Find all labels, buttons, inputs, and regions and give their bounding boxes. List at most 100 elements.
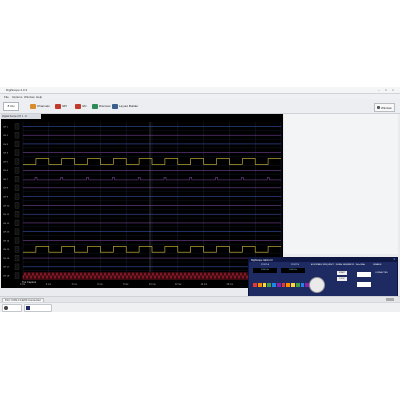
close-icon[interactable]: × — [392, 88, 394, 92]
channel-level-marker — [14, 272, 20, 279]
taskbar-item-app[interactable] — [2, 304, 22, 312]
i2c-button[interactable]: I2C — [75, 103, 87, 109]
time-label: 16 ms — [226, 283, 233, 286]
start-button[interactable]: START — [337, 271, 347, 275]
generator-taskbar-icon — [26, 306, 30, 310]
channel-label: CH 10 — [3, 205, 10, 207]
discover-icon — [92, 103, 98, 109]
channel-label: CH 5 — [3, 161, 9, 163]
channel-level-marker — [14, 140, 20, 147]
options-button[interactable] — [357, 282, 371, 287]
maximize-icon[interactable]: □ — [385, 88, 387, 92]
stop-button[interactable]: STOP — [337, 277, 347, 281]
channel-label: CH 9 — [3, 196, 9, 198]
scope-tab-label: Digital Scope CH 1 - 8 — [2, 114, 27, 118]
connected-label: CONNECTED — [375, 272, 388, 274]
channel-level-marker — [14, 132, 20, 139]
time-label: 10 ms — [149, 283, 156, 286]
layout-builder-icon — [112, 103, 118, 109]
window-title: DigiScope 2.0.3 — [6, 88, 28, 92]
scope-display[interactable]: 0 ms 2 ms 4 ms 6 ms 8 ms 10 ms 12 ms 14 ms 16 ms… — [1, 114, 283, 288]
port-b-label: PORT B — [291, 264, 300, 266]
time-label: 12 ms — [175, 283, 182, 286]
channel-label: CH 13 — [3, 232, 10, 234]
scope-tab[interactable]: Digital Scope CH 1 - 8 — [1, 114, 41, 119]
generator-title-bar: DigiScope GEN 2.0 × — [249, 258, 397, 262]
channel-level-marker — [14, 202, 20, 209]
spi-label: SPI — [62, 104, 67, 108]
channel-label: CH 4 — [3, 153, 9, 155]
channels-label: Channels — [37, 104, 50, 108]
channel-level-marker — [14, 184, 20, 191]
channel-level-marker — [14, 211, 20, 218]
i2c-icon — [75, 103, 81, 109]
time-label: 8 ms — [123, 283, 129, 286]
channel-level-marker — [14, 228, 20, 235]
channel-label: CH 16 — [3, 258, 10, 260]
channel-level-marker — [14, 176, 20, 183]
window-button[interactable]: Window — [374, 103, 395, 112]
taskbar — [0, 302, 400, 312]
channel-count-field[interactable]: 8 CH — [3, 102, 19, 111]
right-panel — [284, 114, 398, 254]
generator-close-icon[interactable]: × — [394, 258, 395, 261]
channel-label: CH 6 — [3, 170, 9, 172]
channel-level-marker — [14, 219, 20, 226]
menu-file[interactable]: File — [4, 95, 9, 99]
channel-label: CH 14 — [3, 240, 10, 242]
channel-level-marker — [14, 193, 20, 200]
channels-button[interactable]: Channels — [30, 103, 50, 109]
channel-label: CH 8 — [3, 188, 9, 190]
title-bar: DigiScope 2.0.3 – □ × — [0, 87, 400, 94]
window-button-label: Window — [381, 105, 392, 110]
app-icon — [4, 306, 8, 310]
time-label: 4 ms — [72, 283, 78, 286]
layout-builder-label: Layout Builder — [119, 104, 139, 108]
channel-label: CH 2 — [3, 135, 9, 137]
time-label: 2 ms — [46, 283, 52, 286]
channel-label: CH 18 — [3, 275, 10, 277]
i2c-label: I2C — [82, 104, 87, 108]
menu-help[interactable]: Help — [36, 95, 42, 99]
channel-label: CH 7 — [3, 179, 9, 181]
menu-window[interactable]: Window — [24, 95, 35, 99]
capture-note: Tus Capture — [22, 281, 37, 284]
taskbar-item-generator[interactable] — [24, 304, 52, 312]
channel-label: CH 3 — [3, 144, 9, 146]
discover-button[interactable]: Discover — [92, 103, 111, 109]
discover-label: Discover — [99, 104, 111, 108]
time-label: 14 ms — [201, 283, 208, 286]
square-wave-trace — [23, 246, 281, 253]
channel-level-marker — [14, 158, 20, 165]
scope-waveforms: 0 ms 2 ms 4 ms 6 ms 8 ms 10 ms 12 ms 14 ms 16 ms… — [3, 122, 283, 286]
spi-icon — [55, 103, 61, 109]
toolbar: 8 CH Channels SPI I2C Discover Layout Bu… — [0, 99, 400, 114]
generator-banner: ADJUSTABLE FREQUENCY · SIGNAL GENERATOR … — [311, 264, 366, 266]
port-a-label: PORT A — [261, 264, 269, 266]
channel-level-marker — [14, 123, 20, 130]
signal-generator-panel[interactable]: DigiScope GEN 2.0 × PORT A PORT B ADJUST… — [248, 257, 398, 299]
layout-builder-button[interactable]: Layout Builder — [112, 103, 138, 109]
color-key-strip — [253, 283, 309, 287]
channel-level-marker — [14, 246, 20, 253]
channel-label: CH 17 — [3, 267, 10, 269]
channel-label: CH 12 — [3, 223, 10, 225]
channel-label: CH 1 — [3, 126, 9, 128]
channel-label: CH 15 — [3, 249, 10, 251]
frequency-knob[interactable] — [309, 277, 325, 293]
disable-label: DISABLE — [373, 264, 382, 266]
menu-options[interactable]: Options — [12, 95, 22, 99]
channel-level-marker — [14, 167, 20, 174]
square-wave-trace — [23, 158, 281, 165]
channel-level-marker — [14, 263, 20, 270]
minimize-icon[interactable]: – — [378, 88, 380, 92]
channel-label: CH 11 — [3, 214, 10, 216]
channel-level-marker — [14, 255, 20, 262]
freq-b-display: 1000 Hz — [281, 268, 305, 273]
status-indicator-icon — [386, 297, 394, 301]
time-label: 6 ms — [97, 283, 103, 286]
spi-button[interactable]: SPI — [55, 103, 67, 109]
window-icon — [377, 106, 380, 109]
connect-button[interactable] — [357, 272, 371, 277]
channels-icon — [30, 103, 36, 109]
